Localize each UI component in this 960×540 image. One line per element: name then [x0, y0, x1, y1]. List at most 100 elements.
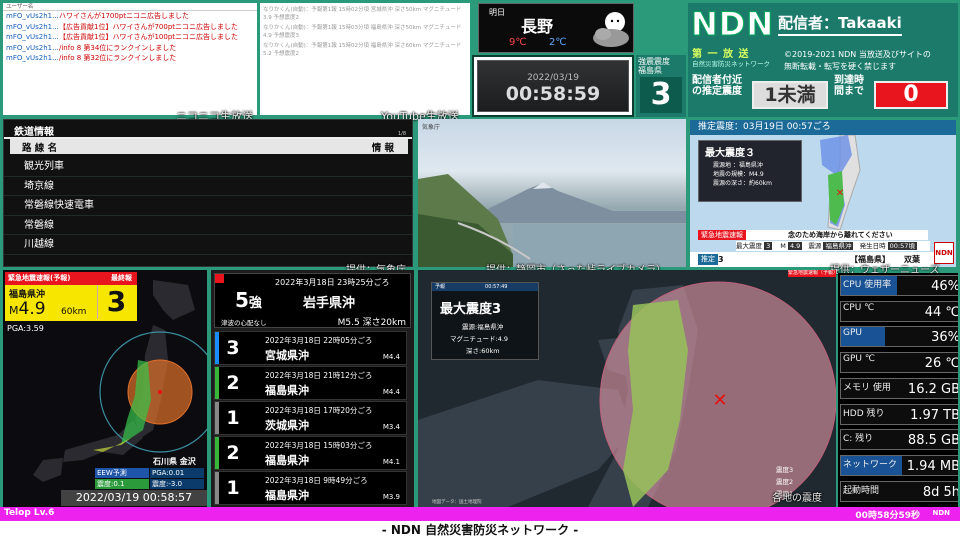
est-m-label: M	[780, 242, 786, 250]
eew-summary: 福島県沖 M4.9 60km 3	[5, 285, 137, 321]
chat-user: mFO_vUs2h1...	[6, 54, 59, 62]
stat-key: CPU ℃	[843, 302, 875, 313]
stat-key: CPU 使用率	[843, 280, 892, 290]
rail-line-item: 常磐線	[4, 216, 412, 235]
rail-col-info: 情 報	[371, 143, 394, 154]
stat-row: GPU 36%	[840, 326, 958, 348]
latest-quake: 2022年3月18日 23時25分ごろ 5強 岩手県沖 津波の心配なし M5.5…	[214, 273, 411, 328]
stat-row: CPU 使用率 46%	[840, 275, 958, 296]
stat-key: C: 残り	[843, 434, 874, 445]
stat-row: ネットワーク 1.94 MB	[840, 454, 958, 476]
stat-key: メモリ 使用	[843, 382, 891, 393]
stat-value: 26 ℃	[924, 356, 958, 372]
quake-item: 3 2022年3月18日 22時05分ごろ 宮城県沖 M4.4	[214, 331, 407, 365]
system-stats-panel: CPU 使用率 46% CPU ℃ 44 ℃ GPU 36% GPU ℃ 26 ℃ メモリ 使用…	[838, 273, 958, 507]
quake-time: 2022年3月18日 17時20分ごろ	[265, 406, 373, 415]
eew-pga: PGA:3.59	[7, 324, 44, 333]
eew-final: 最終報	[111, 274, 132, 282]
rail-line-item: 川越線	[4, 235, 412, 255]
quake-place: 福島県沖	[265, 454, 309, 467]
quake-mag: M4.1	[382, 458, 400, 466]
quake-shindo: 2	[226, 442, 240, 464]
stat-value: 8d 5h	[922, 484, 958, 500]
stat-key: HDD 残り	[843, 408, 885, 419]
shindo-caption: 各地の震度	[772, 493, 822, 504]
chat-row: mFO_vUs2h1... 【広告貢献1位】ハワイさんが100ptニコニ広告しまし…	[3, 32, 257, 43]
chat-user: mFO_vUs2h1...	[6, 33, 59, 41]
clock-date: 2022/03/19	[527, 73, 579, 83]
shindo-max: 最大震度3	[440, 302, 502, 317]
latest-tsunami: 津波の心配なし	[221, 319, 267, 327]
chat-row: mFO_vUs2h1.../info 8 第34位にランクインしました	[3, 43, 257, 54]
ndn-logo: NDN	[690, 5, 775, 44]
stat-value: 88.5 GB	[907, 433, 958, 449]
eew-m-label: M	[9, 304, 19, 317]
estimated-line2: 地震の規模：M4.9	[713, 171, 764, 178]
est-foot-tag: 推定	[698, 254, 718, 265]
footer-bar: - NDN 自然災害防災ネットワーク -	[0, 521, 960, 540]
live-camera: 気象庁	[418, 119, 686, 267]
stat-row: HDD 残り 1.97 TB	[840, 403, 958, 425]
weather-day: 明日	[489, 8, 505, 17]
estimated-max: 最大震度３	[705, 148, 755, 159]
quake-time: 2022年3月18日 21時12分ごろ	[265, 371, 373, 380]
shindo-line3: 深さ:60km	[466, 347, 500, 355]
stat-value: 44 ℃	[924, 304, 958, 320]
clock-time: 00:58:59	[505, 83, 601, 105]
quake-place: 茨城県沖	[265, 419, 309, 432]
strong-value: 3	[640, 77, 682, 113]
eew-mag: 4.9	[18, 299, 46, 319]
arrival-value: 0	[874, 81, 948, 109]
eew-predict-label: EEW予測	[95, 468, 149, 478]
nearby-label: 配信者付近の推定震度	[692, 75, 742, 97]
latest-place: 岩手県沖	[303, 296, 356, 311]
quake-time: 2022年3月18日 22時05分ごろ	[265, 336, 373, 345]
latest-shindo: 5	[235, 288, 249, 312]
shindo-line2: マグニチュード:4.9	[450, 335, 509, 343]
quake-time: 2022年3月18日 15時03分ごろ	[265, 441, 373, 450]
shindo-date: 予報	[435, 284, 446, 290]
rail-page: 1/8	[397, 131, 406, 137]
telop-bar: Telop Lv.6 00時58分59秒 NDN	[0, 507, 960, 521]
latest-shindo-suffix: 強	[248, 296, 262, 311]
youtube-chat-panel: なりかくん(自動)：予報第1報 15時02分頃 宮城県沖 深さ50km マグニチ…	[260, 3, 470, 115]
yt-line: なりかくん(自動)：予報第1報 15時03分頃 福島県沖 深さ50km マグニチ…	[263, 25, 462, 39]
rail-line-item: 常磐線快速電車	[4, 196, 412, 216]
stat-key: GPU ℃	[843, 354, 875, 365]
chat-message: 【広告貢献1位】ハワイさんが100ptニコニ広告しました	[59, 33, 239, 41]
stat-key: ネットワーク	[843, 459, 898, 470]
yt-line: なりかくん(自動)：予報第1報 15時02分頃 宮城県沖 深さ50km マグニチ…	[263, 7, 462, 21]
est-time-val: 00:57頃	[887, 242, 917, 250]
stat-row: C: 残り 88.5 GB	[840, 429, 958, 451]
strong-pref: 福島県	[638, 66, 662, 75]
rail-panel: 鉄道情報 1/8 路 線 名 情 報 観光列車 埼京線 常磐線快速電車 常磐線 川越線	[3, 119, 413, 267]
quake-mag: M4.4	[382, 388, 400, 396]
ndn-sub2: 自然災害防災ネットワーク	[692, 60, 770, 68]
eew-panel: 緊急地震速報(予報) 最終報 福島県沖 M4.9 60km 3 PGA:3.59…	[3, 270, 207, 507]
eew-shindo: 3	[97, 285, 135, 319]
quake-item: 2 2022年3月18日 15時03分ごろ福島県沖 M4.1	[214, 436, 407, 470]
weather-panel: 明日 長野 9℃ 2℃	[478, 3, 634, 53]
rail-line-item: 埼京線	[4, 177, 412, 196]
est-max-val: 3	[764, 242, 773, 250]
shindo-credit: 地図データ：国土地理院	[432, 500, 482, 505]
chat-user: mFO_vUs2h1...	[6, 22, 59, 31]
telop-clock: 00時58分59秒	[855, 511, 920, 521]
quake-mag: M3.4	[382, 423, 400, 431]
weather-high: 9℃	[509, 37, 527, 48]
rail-line-item: 観光列車	[4, 157, 412, 177]
chat-row: mFO_vUs2h1... ハワイさんが1700ptニコニ広告しました	[3, 11, 257, 22]
weather-city: 長野	[521, 17, 554, 36]
stat-row: メモリ 使用 16.2 GB	[840, 377, 958, 399]
estimated-bar-label: 緊急地震速報	[698, 230, 746, 240]
quake-history-panel: 2022年3月18日 23時25分ごろ 5強 岩手県沖 津波の心配なし M5.5…	[211, 270, 414, 507]
stat-row: GPU ℃ 26 ℃	[840, 352, 958, 374]
latest-time: 2022年3月18日 23時25分ごろ	[275, 278, 390, 287]
chat-message: 【広告貢献1位】ハワイさんが700ptニコニ広告しました	[59, 22, 239, 31]
ndn-header: NDN 配信者：Takaaki 第 一 放 送 自然災害防災ネットワーク ©20…	[688, 3, 958, 117]
quake-mag: M3.9	[382, 493, 400, 501]
estimated-bar-msg: 念のため海岸から離れてください	[788, 231, 893, 239]
copyright-2: 無断転載・転写を硬く禁じます	[784, 62, 896, 71]
stat-value: 1.94 MB	[906, 458, 958, 474]
latest-mag: M5.5 深さ20km	[337, 318, 406, 328]
